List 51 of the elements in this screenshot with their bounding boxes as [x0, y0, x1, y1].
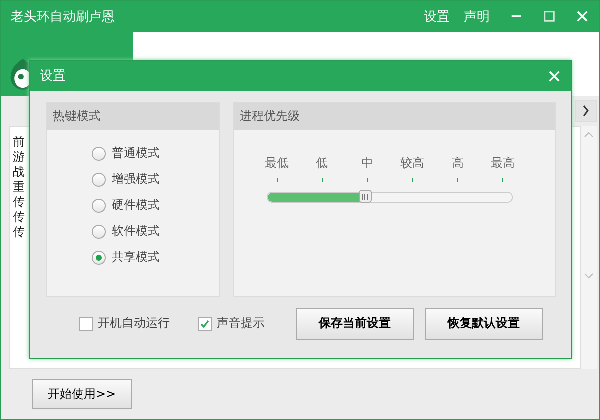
tick-mark [366, 178, 368, 182]
checkbox-option[interactable]: 声音提示 [198, 315, 265, 332]
radio-label: 软件模式 [112, 223, 160, 240]
group-title: 热键模式 [53, 108, 101, 125]
list-text: 战 [13, 165, 25, 180]
scroll-down-icon[interactable] [584, 273, 594, 279]
group-title: 进程优先级 [240, 108, 300, 125]
close-icon[interactable] [576, 10, 589, 23]
tick-mark [276, 178, 278, 182]
scrollbar[interactable] [581, 126, 597, 369]
tick-mark [322, 178, 323, 182]
tick-mark [412, 178, 414, 182]
chevron-right-icon [582, 105, 590, 117]
radio-label: 硬件模式 [112, 197, 160, 214]
scroll-up-icon[interactable] [584, 132, 594, 138]
radio-option[interactable]: 软件模式 [92, 223, 219, 240]
list-text: 传 [13, 225, 25, 240]
tick-label: 低 [316, 155, 328, 172]
dialog-button[interactable]: 保存当前设置 [296, 308, 414, 340]
radio-label: 增强模式 [112, 171, 160, 188]
checkbox-label: 声音提示 [217, 315, 265, 332]
tick-label: 最高 [490, 155, 515, 172]
tick-label: 中 [361, 155, 374, 172]
radio-label: 共享模式 [112, 249, 160, 266]
tick-label: 高 [452, 155, 464, 172]
tick-mark [502, 178, 504, 182]
grip-icon [361, 194, 370, 200]
checkbox-option[interactable]: 开机自动运行 [79, 315, 170, 332]
list-text: 游 [13, 150, 25, 165]
slider-thumb[interactable] [358, 190, 372, 203]
tick-label: 较高 [400, 155, 425, 172]
list-text: 传 [13, 195, 25, 210]
list-text: 传 [13, 210, 25, 225]
tick-label: 最低 [265, 155, 289, 172]
dialog-button[interactable]: 恢复默认设置 [425, 308, 543, 340]
radio-option[interactable]: 硬件模式 [92, 197, 219, 214]
tick-mark [457, 178, 458, 182]
close-icon[interactable] [548, 70, 561, 82]
priority-slider[interactable] [267, 192, 513, 203]
dialog-title: 设置 [40, 68, 66, 85]
radio-label: 普通模式 [112, 145, 160, 162]
radio-option[interactable]: 共享模式 [92, 249, 219, 266]
next-button[interactable] [575, 100, 597, 122]
maximize-icon[interactable] [543, 10, 556, 23]
radio-option[interactable]: 普通模式 [92, 145, 219, 162]
checkbox-label: 开机自动运行 [98, 315, 170, 332]
list-text: 重 [13, 180, 25, 195]
radio-option[interactable]: 增强模式 [92, 171, 219, 188]
list-text: 前 [13, 135, 25, 150]
window-title: 老头环自动刷卢恩 [11, 8, 115, 26]
start-button[interactable]: 开始使用>> [32, 379, 132, 409]
